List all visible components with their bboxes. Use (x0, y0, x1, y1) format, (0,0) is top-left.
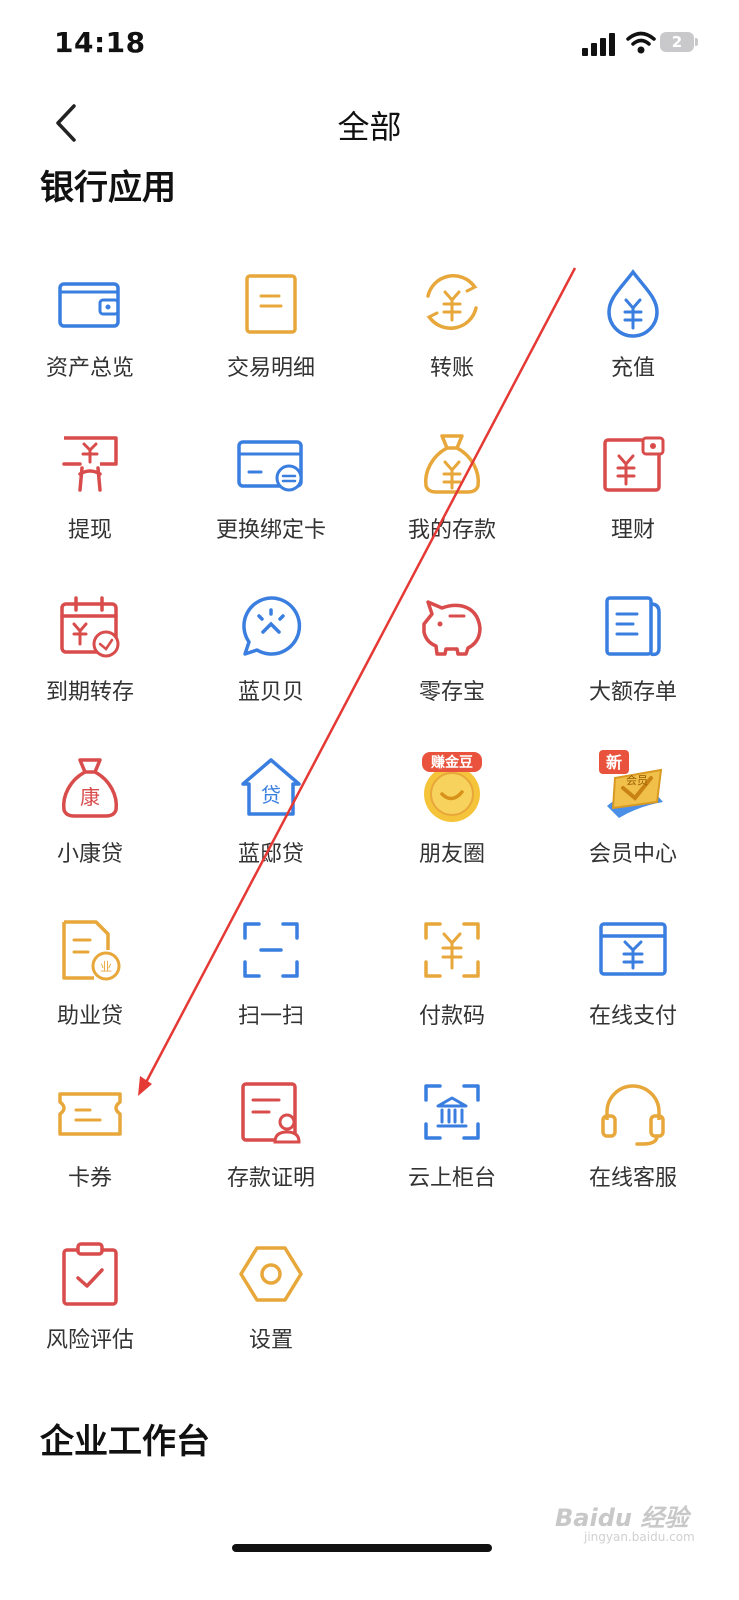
app-label: 理财 (610, 518, 655, 543)
app-label: 风险评估 (45, 1328, 134, 1353)
app-friends[interactable]: 赚金豆 朋友圈 (362, 736, 542, 886)
calendar-icon (60, 596, 120, 658)
page-title: 全部 (337, 108, 402, 146)
app-large-deposit[interactable]: 大额存单 (543, 574, 723, 724)
nav-bar: 全部 (0, 90, 739, 160)
svg-text:康: 康 (80, 785, 100, 809)
watermark-url: jingyan.baidu.com (584, 1530, 695, 1544)
app-label: 卡券 (67, 1166, 112, 1191)
app-label: 付款码 (418, 1004, 485, 1029)
deposit-proof-icon (241, 1082, 301, 1144)
status-time: 14:18 (54, 26, 146, 59)
transfer-icon (426, 274, 478, 330)
settings-hexagon-icon (239, 1246, 303, 1302)
cloud-counter-icon (424, 1084, 480, 1140)
app-cloud-counter[interactable]: 云上柜台 (362, 1060, 542, 1210)
app-wealth[interactable]: 理财 (543, 412, 723, 562)
app-scan[interactable]: 扫一扫 (181, 898, 361, 1048)
loan-bag-icon: 康 (61, 758, 119, 818)
section-title-enterprise: 企业工作台 (40, 1422, 210, 1462)
app-change-card[interactable]: 更换绑定卡 (181, 412, 361, 562)
wealth-icon (603, 436, 665, 492)
app-label: 存款证明 (226, 1166, 315, 1191)
member-card-text: 会员 (626, 774, 648, 787)
app-deposit-proof[interactable]: 存款证明 (181, 1060, 361, 1210)
watermark-logo: Baidu 经验 (555, 1504, 689, 1532)
app-label: 扫一扫 (237, 1004, 304, 1029)
svg-text:贷: 贷 (261, 783, 281, 807)
member-card-icon: 会员 新 (599, 750, 663, 818)
certificate-icon (605, 596, 661, 657)
business-loan-icon: 业 (62, 920, 121, 981)
app-recharge[interactable]: 充值 (543, 250, 723, 400)
app-my-deposits[interactable]: 我的存款 (362, 412, 542, 562)
app-asset-overview[interactable]: 资产总览 (0, 250, 180, 400)
gold-coin-icon: 赚金豆 (422, 752, 482, 822)
bubble-icon (242, 596, 302, 656)
headset-icon (601, 1084, 665, 1146)
app-maturity-rollover[interactable]: 到期转存 (0, 574, 180, 724)
app-online-payment[interactable]: 在线支付 (543, 898, 723, 1048)
svg-text:业: 业 (100, 960, 112, 974)
app-label: 云上柜台 (407, 1166, 496, 1191)
friends-badge: 赚金豆 (430, 754, 473, 771)
app-label: 小康贷 (56, 842, 123, 867)
home-indicator[interactable] (232, 1544, 492, 1552)
app-label: 在线支付 (588, 1004, 677, 1029)
app-label: 蓝贝贝 (237, 680, 304, 705)
recharge-drop-icon (607, 269, 659, 338)
app-lanbeibei[interactable]: 蓝贝贝 (181, 574, 361, 724)
app-transfer[interactable]: 转账 (362, 250, 542, 400)
online-payment-icon (599, 922, 667, 976)
app-label: 交易明细 (226, 356, 315, 381)
wallet-icon (58, 282, 120, 328)
bank-card-icon (237, 440, 303, 492)
app-label: 我的存款 (407, 518, 496, 543)
piggy-bank-icon (422, 600, 482, 656)
app-label: 设置 (248, 1328, 293, 1353)
app-label: 朋友圈 (418, 842, 485, 867)
app-label: 资产总览 (45, 356, 134, 381)
app-xiaokang-loan[interactable]: 康 小康贷 (0, 736, 180, 886)
withdraw-icon (62, 436, 118, 492)
new-badge: 新 (606, 753, 622, 772)
app-label: 到期转存 (45, 680, 134, 705)
app-label: 提现 (67, 518, 112, 543)
payment-code-icon (424, 922, 480, 978)
app-label: 大额存单 (588, 680, 677, 705)
status-bar: 14:18 2 (0, 0, 739, 90)
app-member-center[interactable]: 会员 新 会员中心 (543, 736, 723, 886)
app-risk-assessment[interactable]: 风险评估 (0, 1222, 180, 1372)
app-label: 更换绑定卡 (215, 518, 326, 543)
app-landi-loan[interactable]: 贷 蓝邸贷 (181, 736, 361, 886)
app-payment-code[interactable]: 付款码 (362, 898, 542, 1048)
battery-level: 2 (671, 33, 683, 51)
coupon-icon (58, 1092, 122, 1136)
app-business-loan[interactable]: 业 助业贷 (0, 898, 180, 1048)
app-lingcunbao[interactable]: 零存宝 (362, 574, 542, 724)
app-coupons[interactable]: 卡券 (0, 1060, 180, 1210)
app-label: 在线客服 (588, 1166, 677, 1191)
document-icon (245, 274, 297, 334)
app-label: 转账 (429, 356, 474, 381)
clipboard-check-icon (62, 1242, 118, 1306)
app-label: 会员中心 (588, 842, 677, 867)
house-loan-icon: 贷 (241, 758, 301, 816)
app-label: 蓝邸贷 (237, 842, 304, 867)
app-transaction-detail[interactable]: 交易明细 (181, 250, 361, 400)
section-title-bank-apps: 银行应用 (40, 168, 176, 208)
app-label: 助业贷 (56, 1004, 123, 1029)
signal-icon (582, 33, 615, 56)
app-online-service[interactable]: 在线客服 (543, 1060, 723, 1210)
wifi-icon (626, 31, 656, 54)
battery-icon: 2 (660, 32, 700, 54)
money-bag-icon (423, 434, 481, 494)
app-label: 零存宝 (418, 680, 485, 705)
app-settings[interactable]: 设置 (181, 1222, 361, 1372)
app-withdraw[interactable]: 提现 (0, 412, 180, 562)
app-label: 充值 (610, 356, 655, 381)
scan-icon (243, 922, 299, 978)
